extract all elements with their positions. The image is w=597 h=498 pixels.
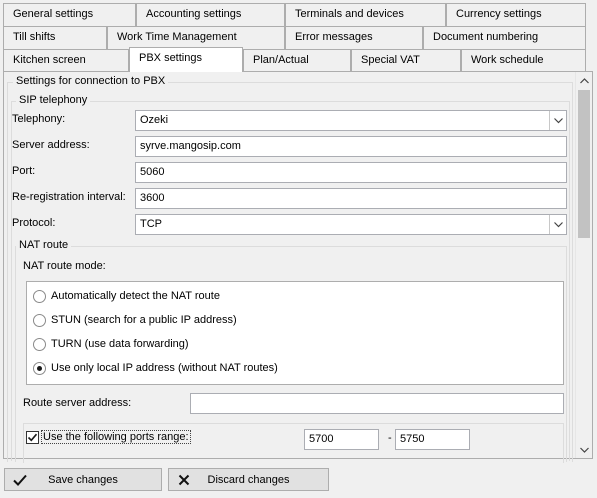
reregistration-interval-input[interactable]: 3600 — [135, 188, 567, 209]
route-server-address-input[interactable] — [190, 393, 564, 414]
pbx-settings-panel: Settings for connection to PBX SIP telep… — [3, 71, 593, 463]
tab-work-time-management[interactable]: Work Time Management — [107, 26, 285, 49]
route-server-address-label: Route server address: — [23, 397, 132, 409]
pbx-connection-title: Settings for connection to PBX — [13, 75, 169, 87]
radio-button-selected[interactable] — [33, 361, 46, 375]
telephony-select[interactable]: Ozeki — [135, 110, 567, 131]
vertical-scrollbar[interactable] — [575, 72, 592, 458]
nat-route-title: NAT route — [16, 239, 72, 251]
tab-special-vat[interactable]: Special VAT — [351, 49, 461, 72]
nat-mode-option-auto[interactable]: Automatically detect the NAT route — [33, 287, 220, 305]
tab-accounting-settings[interactable]: Accounting settings — [136, 3, 285, 26]
sip-telephony-group: SIP telephony Telephony: Ozeki Server ad… — [11, 94, 570, 463]
telephony-label: Telephony: — [12, 113, 66, 125]
protocol-select[interactable]: TCP — [135, 214, 567, 235]
server-address-input[interactable]: syrve.mangosip.com — [135, 136, 567, 157]
checkmark-icon — [13, 474, 27, 486]
nat-mode-option-label: TURN (use data forwarding) — [51, 338, 189, 350]
scrollbar-thumb[interactable] — [578, 90, 590, 238]
port-input[interactable]: 5060 — [135, 162, 567, 183]
nat-mode-option-label: Automatically detect the NAT route — [51, 290, 220, 302]
tab-error-messages[interactable]: Error messages — [285, 26, 423, 49]
tab-document-numbering[interactable]: Document numbering — [423, 26, 586, 49]
ports-range-label[interactable]: Use the following ports range: — [41, 430, 191, 444]
nat-mode-option-local-ip[interactable]: Use only local IP address (without NAT r… — [33, 359, 278, 377]
server-address-label: Server address: — [12, 139, 90, 151]
sip-telephony-title: SIP telephony — [16, 94, 91, 106]
tab-work-schedule[interactable]: Work schedule — [461, 49, 586, 72]
radio-button[interactable] — [33, 313, 46, 327]
nat-route-group: NAT route NAT route mode: Automatically … — [15, 239, 567, 463]
chevron-down-icon[interactable] — [549, 215, 566, 234]
reregistration-interval-label: Re-registration interval: — [12, 191, 126, 203]
port-label: Port: — [12, 165, 36, 177]
radio-button[interactable] — [33, 337, 46, 351]
nat-mode-option-stun[interactable]: STUN (search for a public IP address) — [33, 311, 237, 329]
ports-range-group: Use the following ports range: 5700 - 57… — [23, 423, 564, 463]
save-changes-label: Save changes — [48, 473, 118, 486]
chevron-down-icon[interactable] — [549, 111, 566, 130]
radio-button[interactable] — [33, 289, 46, 303]
pbx-connection-group: Settings for connection to PBX SIP telep… — [7, 75, 573, 463]
ports-range-to-input[interactable]: 5750 — [395, 429, 470, 450]
chevron-down-icon[interactable] — [576, 441, 592, 458]
protocol-label: Protocol: — [12, 217, 56, 229]
tab-plan-actual[interactable]: Plan/Actual — [243, 49, 351, 72]
cross-icon — [178, 474, 190, 486]
telephony-value: Ozeki — [140, 114, 169, 126]
nat-route-mode-label: NAT route mode: — [23, 260, 106, 272]
protocol-value: TCP — [140, 218, 162, 230]
tab-pbx-settings[interactable]: PBX settings — [129, 47, 243, 72]
tab-currency-settings[interactable]: Currency settings — [446, 3, 586, 26]
discard-changes-button[interactable]: Discard changes — [168, 468, 329, 491]
nat-mode-option-label: Use only local IP address (without NAT r… — [51, 362, 278, 374]
tab-till-shifts[interactable]: Till shifts — [3, 26, 107, 49]
save-changes-button[interactable]: Save changes — [4, 468, 162, 491]
ports-range-from-input[interactable]: 5700 — [304, 429, 379, 450]
nat-route-mode-radio-group: Automatically detect the NAT route STUN … — [26, 281, 564, 385]
ports-range-separator: - — [388, 432, 392, 444]
chevron-up-icon[interactable] — [576, 72, 592, 89]
checkmark-icon — [27, 433, 38, 442]
nat-mode-option-label: STUN (search for a public IP address) — [51, 314, 237, 326]
tab-terminals-and-devices[interactable]: Terminals and devices — [285, 3, 446, 26]
tab-general-settings[interactable]: General settings — [3, 3, 136, 26]
tab-kitchen-screen[interactable]: Kitchen screen — [3, 49, 129, 72]
discard-changes-label: Discard changes — [207, 473, 290, 486]
ports-range-checkbox[interactable] — [26, 431, 39, 444]
nat-mode-option-turn[interactable]: TURN (use data forwarding) — [33, 335, 189, 353]
